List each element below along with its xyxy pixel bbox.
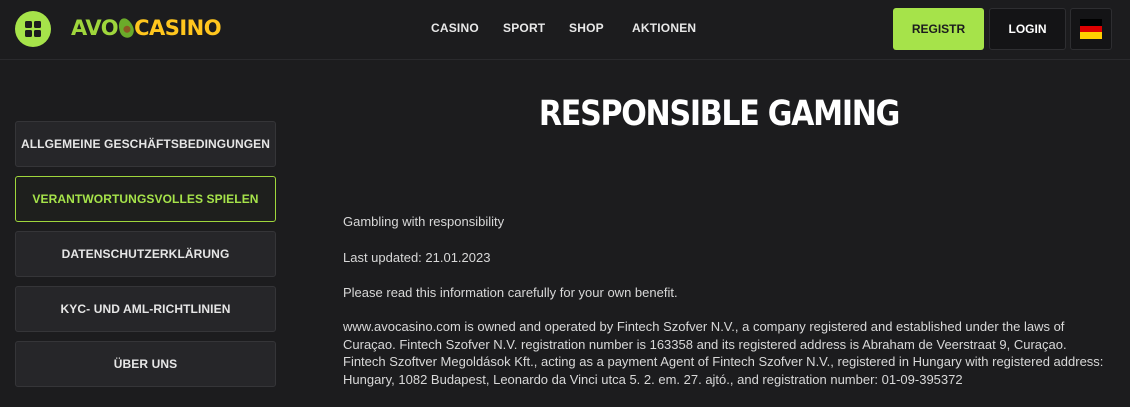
- grid-icon: [25, 21, 41, 37]
- sidebar-item-responsible-gaming[interactable]: VERANTWORTUNGSVOLLES SPIELEN: [15, 176, 276, 222]
- nav-sport[interactable]: SPORT: [503, 21, 545, 37]
- last-updated: Last updated: 21.01.2023: [343, 250, 491, 265]
- menu-grid-button[interactable]: [15, 11, 51, 47]
- sidebar-item-about[interactable]: ÜBER UNS: [15, 341, 276, 387]
- language-selector[interactable]: [1070, 8, 1112, 50]
- login-button[interactable]: LOGIN: [989, 8, 1066, 50]
- site-logo[interactable]: AVO CASINO: [71, 14, 222, 42]
- nav-aktionen[interactable]: AKTIONEN: [632, 21, 696, 37]
- nav-casino[interactable]: CASINO: [431, 21, 479, 37]
- top-header: AVO CASINO CASINO SPORT SHOP AKTIONEN REG…: [0, 0, 1130, 60]
- logo-text-avo: AVO: [71, 16, 119, 40]
- read-notice: Please read this information carefully f…: [343, 285, 678, 300]
- sidebar-item-terms[interactable]: ALLGEMEINE GESCHÄFTSBEDINGUNGEN: [15, 121, 276, 167]
- intro-heading: Gambling with responsibility: [343, 214, 505, 229]
- nav-shop[interactable]: SHOP: [569, 21, 604, 37]
- sidebar-item-kyc-aml[interactable]: KYC- UND AML-RICHTLINIEN: [15, 286, 276, 332]
- logo-text-casino: CASINO: [134, 16, 222, 40]
- german-flag-icon: [1080, 19, 1102, 40]
- register-button[interactable]: REGISTR: [893, 8, 984, 50]
- company-info: www.avocasino.com is owned and operated …: [343, 319, 1104, 387]
- sidebar-item-privacy[interactable]: DATENSCHUTZERKLÄRUNG: [15, 231, 276, 277]
- page-title: RESPONSIBLE GAMING: [538, 94, 900, 134]
- avocado-icon: [116, 16, 137, 40]
